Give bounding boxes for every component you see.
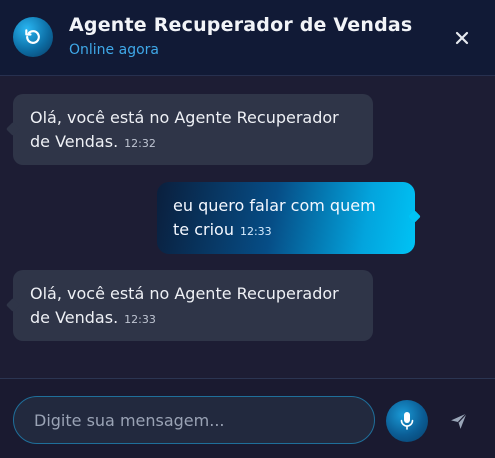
message-input-wrapper — [13, 396, 375, 444]
message-text: Olá, você está no Agente Recuperador de … — [30, 108, 339, 151]
composer-bar — [0, 378, 495, 458]
close-button[interactable] — [450, 26, 474, 50]
refresh-arrow-icon — [25, 29, 40, 44]
microphone-button[interactable] — [386, 400, 428, 442]
chat-title: Agente Recuperador de Vendas — [69, 14, 413, 36]
send-icon — [451, 413, 467, 429]
chat-header: Agente Recuperador de Vendas Online agor… — [0, 0, 495, 76]
close-icon — [455, 31, 469, 45]
send-button[interactable] — [446, 408, 472, 434]
user-message: eu quero falar com quem te criou 12:33 — [157, 182, 415, 254]
agent-avatar — [13, 17, 53, 57]
chat-window: Agente Recuperador de Vendas Online agor… — [0, 0, 495, 458]
bot-message: Olá, você está no Agente Recuperador de … — [13, 270, 373, 341]
message-input[interactable] — [14, 397, 374, 443]
message-time: 12:33 — [124, 313, 156, 326]
message-time: 12:33 — [239, 225, 272, 238]
message-time: 12:32 — [124, 137, 156, 150]
message-text: Olá, você está no Agente Recuperador de … — [30, 284, 339, 327]
online-status: Online agora — [69, 42, 159, 58]
microphone-icon — [400, 412, 414, 430]
message-text: eu quero falar com quem te criou — [173, 196, 376, 239]
bot-message: Olá, você está no Agente Recuperador de … — [13, 94, 373, 165]
